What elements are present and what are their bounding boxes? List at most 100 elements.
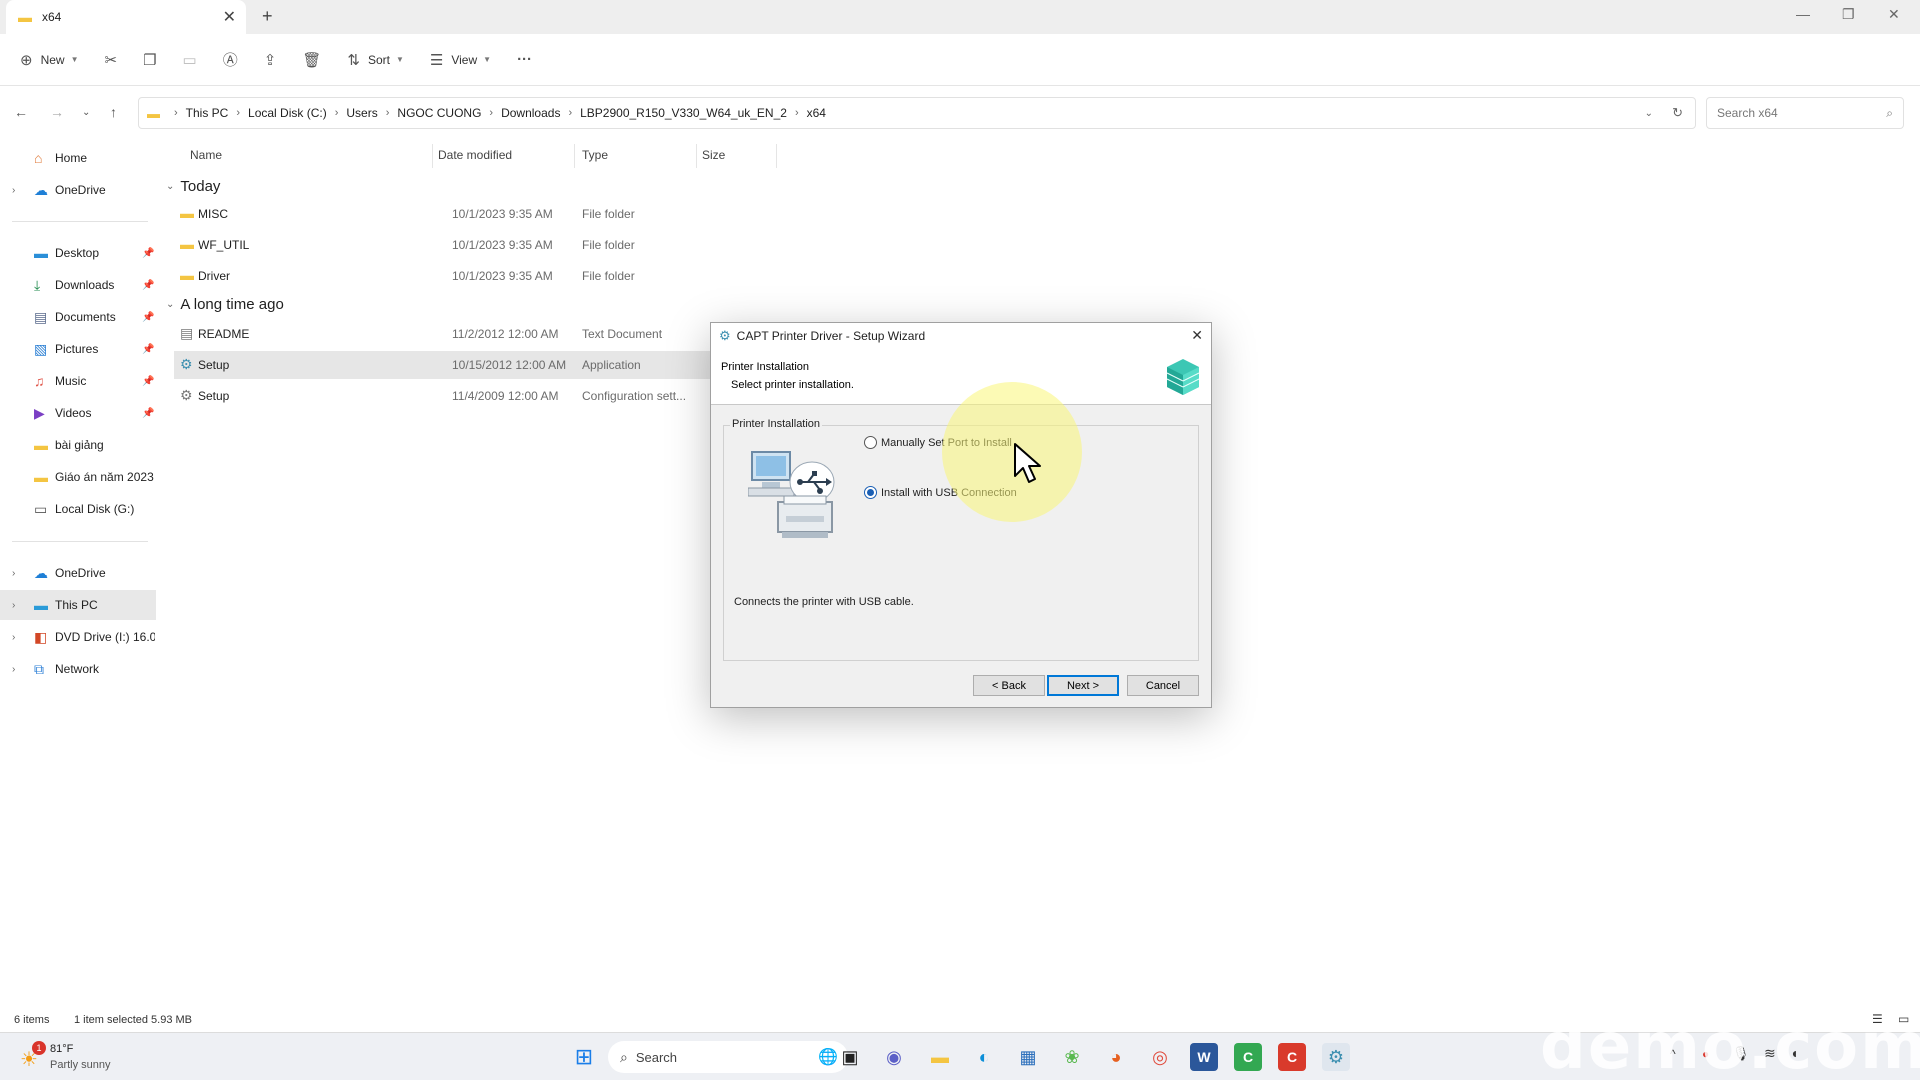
chevron-right-icon[interactable]: › bbox=[12, 632, 15, 643]
copy-button[interactable]: ❐ bbox=[143, 51, 156, 69]
camtasia-green-icon[interactable]: C bbox=[1234, 1043, 1262, 1071]
refresh-icon[interactable]: ↻ bbox=[1672, 105, 1683, 121]
nav-item-desktop[interactable]: ▬ Desktop 📌 bbox=[0, 238, 156, 268]
file-row[interactable]: ▤ README 11/2/2012 12:00 AM Text Documen… bbox=[174, 320, 720, 348]
cancel-button[interactable]: Cancel bbox=[1127, 675, 1199, 696]
file-row[interactable]: ⚙ Setup 11/4/2009 12:00 AM Configuration… bbox=[174, 382, 720, 410]
rename-button[interactable]: Ⓐ bbox=[223, 49, 238, 70]
back-arrow-icon[interactable]: ← bbox=[14, 104, 28, 120]
dialog-close-icon[interactable]: ✕ bbox=[1191, 327, 1203, 344]
home-icon: ⌂ bbox=[34, 150, 43, 166]
recent-locations-icon[interactable]: ⌄ bbox=[82, 107, 90, 118]
nav-item-label: bài giảng bbox=[55, 438, 104, 452]
breadcrumb-user-folder[interactable]: NGOC CUONG bbox=[397, 106, 481, 120]
nav-item-music[interactable]: ♫ Music 📌 bbox=[0, 366, 156, 396]
chevron-right-icon[interactable]: › bbox=[12, 185, 15, 196]
address-dropdown-icon[interactable]: ⌄ bbox=[1645, 108, 1653, 119]
nav-item-onedrive[interactable]: › ☁ OneDrive bbox=[0, 175, 156, 205]
column-header-name[interactable]: Name bbox=[190, 148, 222, 162]
breadcrumb-chevron-icon: › bbox=[794, 107, 799, 119]
radio-button-unchecked[interactable] bbox=[864, 436, 877, 449]
paste-button[interactable]: ▭ bbox=[183, 51, 197, 69]
new-button[interactable]: ⊕ New ▼ bbox=[20, 51, 79, 69]
nav-item-dvd-drive[interactable]: › ◧ DVD Drive (I:) 16.0.1 bbox=[0, 622, 156, 652]
share-button[interactable]: ⇪ bbox=[264, 51, 277, 69]
chevron-right-icon[interactable]: › bbox=[12, 664, 15, 675]
breadcrumb-driver-package[interactable]: LBP2900_R150_V330_W64_uk_EN_2 bbox=[580, 106, 787, 120]
setup-wizard-icon: ⚙ bbox=[719, 328, 731, 343]
cloud-icon: ☁ bbox=[34, 181, 48, 198]
teams-chat-icon[interactable]: ◉ bbox=[880, 1043, 908, 1071]
sort-button[interactable]: ⇅ Sort ▼ bbox=[347, 51, 404, 69]
nav-item-onedrive-2[interactable]: › ☁ OneDrive bbox=[0, 558, 156, 588]
camtasia-red-icon[interactable]: C bbox=[1278, 1043, 1306, 1071]
nav-item-documents[interactable]: ▤ Documents 📌 bbox=[0, 302, 156, 332]
close-window-button[interactable]: ✕ bbox=[1888, 6, 1900, 23]
chevron-down-icon: ⌄ bbox=[166, 299, 175, 310]
taskbar-search[interactable]: ⌕ Search 🌐 bbox=[608, 1041, 848, 1073]
file-row[interactable]: ▬ MISC 10/1/2023 9:35 AM File folder bbox=[174, 200, 720, 228]
radio-button-checked[interactable] bbox=[864, 486, 877, 499]
nav-item-downloads[interactable]: ⤓ Downloads 📌 bbox=[0, 270, 156, 300]
view-button[interactable]: ☰ View ▼ bbox=[430, 51, 491, 69]
column-header-type[interactable]: Type bbox=[582, 148, 608, 162]
file-explorer-icon[interactable]: ▬ bbox=[926, 1043, 954, 1071]
app-green-icon[interactable]: ❀ bbox=[1058, 1043, 1086, 1071]
column-header-size[interactable]: Size bbox=[702, 148, 725, 162]
new-tab-button[interactable]: + bbox=[262, 6, 273, 27]
cloud-icon: ☁ bbox=[34, 564, 48, 581]
breadcrumb-users[interactable]: Users bbox=[346, 106, 377, 120]
address-bar[interactable]: ▬ › This PC › Local Disk (C:) › Users › … bbox=[138, 97, 1696, 129]
file-row[interactable]: ▬ WF_UTIL 10/1/2023 9:35 AM File folder bbox=[174, 231, 720, 259]
group-header-long-ago[interactable]: ⌄ A long time ago bbox=[166, 296, 284, 313]
breadcrumb-this-pc[interactable]: This PC bbox=[186, 106, 229, 120]
nav-item-network[interactable]: › ⧉ Network bbox=[0, 654, 156, 684]
more-options-button[interactable]: ··· bbox=[517, 51, 532, 68]
file-row[interactable]: ▬ Driver 10/1/2023 9:35 AM File folder bbox=[174, 262, 720, 290]
tab-x64[interactable]: ▬ x64 ✕ bbox=[6, 0, 246, 34]
breadcrumb-x64[interactable]: x64 bbox=[807, 106, 826, 120]
group-box-label: Printer Installation bbox=[730, 418, 823, 430]
network-icon: ⧉ bbox=[34, 660, 44, 677]
chevron-right-icon[interactable]: › bbox=[12, 600, 15, 611]
start-windows-icon[interactable]: ⊞ bbox=[570, 1043, 598, 1071]
back-button[interactable]: < Back bbox=[973, 675, 1045, 696]
search-input[interactable]: Search x64 ⌕ bbox=[1706, 97, 1904, 129]
forward-arrow-icon[interactable]: → bbox=[50, 104, 64, 120]
file-date: 10/15/2012 12:00 AM bbox=[452, 358, 567, 372]
nav-item-local-disk-g[interactable]: ▭ Local Disk (G:) bbox=[0, 494, 156, 524]
up-arrow-icon[interactable]: ↑ bbox=[110, 104, 117, 120]
cut-button[interactable]: ✂ bbox=[105, 51, 118, 69]
delete-button[interactable]: 🗑 bbox=[302, 51, 321, 69]
microsoft-store-icon[interactable]: ▦ bbox=[1014, 1043, 1042, 1071]
setup-wizard-taskbar-icon[interactable]: ⚙ bbox=[1322, 1043, 1350, 1071]
nav-item-home[interactable]: ⌂ Home bbox=[0, 143, 156, 173]
breadcrumb-downloads[interactable]: Downloads bbox=[501, 106, 560, 120]
group-header-today[interactable]: ⌄ Today bbox=[166, 178, 220, 195]
file-row-selected[interactable]: ⚙ Setup 10/15/2012 12:00 AM Application bbox=[174, 351, 720, 379]
chrome-icon[interactable]: ◎ bbox=[1146, 1043, 1174, 1071]
column-divider[interactable] bbox=[432, 144, 433, 168]
tab-close-icon[interactable]: ✕ bbox=[223, 7, 236, 27]
edge-browser-icon[interactable]: ◐ bbox=[970, 1043, 998, 1071]
column-divider[interactable] bbox=[776, 144, 777, 168]
column-header-date[interactable]: Date modified bbox=[438, 148, 512, 162]
nav-item-videos[interactable]: ▶ Videos 📌 bbox=[0, 398, 156, 428]
column-divider[interactable] bbox=[574, 144, 575, 168]
nav-item-giao-an[interactable]: ▬ Giáo án năm 2023 - bbox=[0, 462, 156, 492]
column-divider[interactable] bbox=[696, 144, 697, 168]
restore-button[interactable]: ❐ bbox=[1842, 6, 1855, 23]
chevron-right-icon[interactable]: › bbox=[12, 568, 15, 579]
chevron-down-icon: ▼ bbox=[70, 55, 79, 64]
plus-circle-icon: ⊕ bbox=[20, 51, 33, 69]
task-view-icon[interactable]: ▣ bbox=[836, 1043, 864, 1071]
minimize-button[interactable]: — bbox=[1796, 6, 1810, 22]
firefox-icon[interactable]: ◕ bbox=[1102, 1043, 1130, 1071]
breadcrumb-local-disk[interactable]: Local Disk (C:) bbox=[248, 106, 327, 120]
nav-item-bai-giang[interactable]: ▬ bài giảng bbox=[0, 430, 156, 460]
nav-item-pictures[interactable]: ▧ Pictures 📌 bbox=[0, 334, 156, 364]
next-button[interactable]: Next > bbox=[1047, 675, 1119, 696]
nav-item-this-pc[interactable]: › ▬ This PC bbox=[0, 590, 156, 620]
cursor-highlight bbox=[942, 382, 1082, 522]
word-icon[interactable]: W bbox=[1190, 1043, 1218, 1071]
